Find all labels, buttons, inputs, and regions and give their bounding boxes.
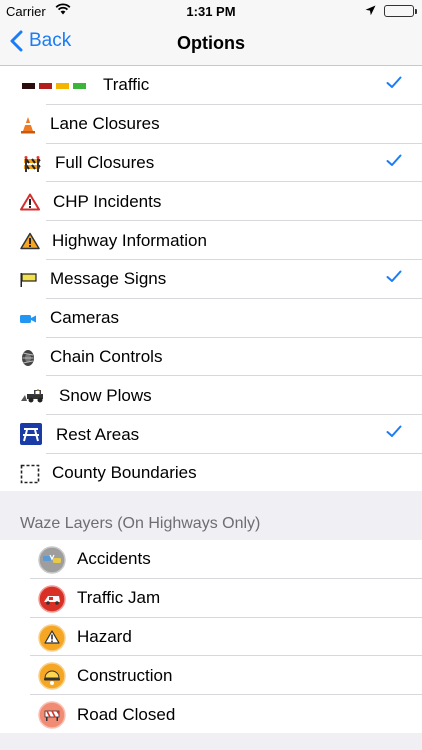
option-cameras[interactable]: Cameras — [0, 299, 422, 338]
option-label: Rest Areas — [56, 424, 140, 444]
option-full-closures[interactable]: Full Closures — [0, 144, 422, 183]
option-label: Snow Plows — [59, 385, 152, 405]
checkmark-icon — [386, 154, 402, 172]
waze-section-header: Waze Layers (On Highways Only) — [0, 491, 422, 540]
waze-item-traffic-jam[interactable]: Traffic Jam — [0, 579, 422, 618]
waze-item-road-closed[interactable]: Road Closed — [0, 695, 422, 734]
option-label: Full Closures — [55, 152, 155, 172]
dashed-square-icon — [18, 464, 42, 484]
page-title: Options — [177, 33, 245, 53]
waze-item-label: Road Closed — [77, 704, 176, 724]
section-header-label: Waze Layers (On Highways Only) — [20, 515, 261, 532]
waze-item-label: Accidents — [77, 549, 151, 569]
road-barrier-icon — [20, 154, 44, 174]
options-list: Traffic Lane Closures Full Closures CHP … — [0, 66, 422, 493]
warning-triangle-red-icon — [18, 192, 42, 212]
option-label: Highway Information — [52, 230, 207, 250]
checkmark-icon — [386, 425, 402, 443]
warning-triangle-orange-icon — [18, 231, 42, 251]
checkmark-icon — [386, 270, 402, 288]
tire-chain-icon — [16, 348, 40, 368]
option-label: Lane Closures — [50, 114, 160, 134]
waze-item-construction[interactable]: Construction — [0, 656, 422, 695]
option-message-signs[interactable]: Message Signs — [0, 260, 422, 299]
checkmark-icon — [386, 76, 402, 94]
option-label: Chain Controls — [50, 346, 163, 366]
option-label: Traffic — [103, 75, 150, 95]
waze-item-label: Traffic Jam — [77, 588, 161, 608]
waze-accident-icon — [38, 546, 66, 574]
option-rest-areas[interactable]: Rest Areas — [0, 415, 422, 454]
option-chp-incidents[interactable]: CHP Incidents — [0, 182, 422, 221]
waze-layers-list: Accidents Traffic Jam Hazard Constructio… — [0, 540, 422, 734]
bottom-spacer — [0, 733, 422, 750]
option-traffic[interactable]: Traffic — [0, 66, 422, 105]
option-label: Message Signs — [50, 269, 167, 289]
waze-road-closed-icon — [38, 701, 66, 729]
waze-hazard-icon — [38, 623, 66, 652]
camera-icon — [16, 309, 40, 329]
option-label: CHP Incidents — [53, 191, 162, 211]
option-snow-plows[interactable]: Snow Plows — [0, 376, 422, 415]
status-bar: Carrier 1:31 PM — [0, 0, 422, 22]
battery-icon — [384, 5, 417, 17]
traffic-cone-icon — [16, 115, 40, 135]
option-highway-information[interactable]: Highway Information — [0, 221, 422, 260]
waze-item-accidents[interactable]: Accidents — [0, 540, 422, 579]
message-sign-icon — [16, 270, 40, 290]
option-label: Cameras — [50, 308, 119, 328]
waze-construction-icon — [38, 662, 66, 691]
waze-traffic-jam-icon — [38, 585, 66, 613]
status-time: 1:31 PM — [186, 4, 236, 19]
waze-item-label: Hazard — [77, 626, 132, 646]
option-chain-controls[interactable]: Chain Controls — [0, 338, 422, 377]
option-lane-closures[interactable]: Lane Closures — [0, 105, 422, 144]
option-label: County Boundaries — [52, 463, 197, 483]
location-arrow-icon — [365, 4, 376, 19]
navigation-bar: Back Options — [0, 22, 422, 66]
traffic-legend-icon — [22, 76, 86, 96]
option-county-boundaries[interactable]: County Boundaries — [0, 454, 422, 493]
snow-plow-icon — [20, 386, 46, 406]
waze-item-label: Construction — [77, 665, 173, 685]
waze-item-hazard[interactable]: Hazard — [0, 618, 422, 657]
picnic-table-icon — [20, 423, 42, 446]
